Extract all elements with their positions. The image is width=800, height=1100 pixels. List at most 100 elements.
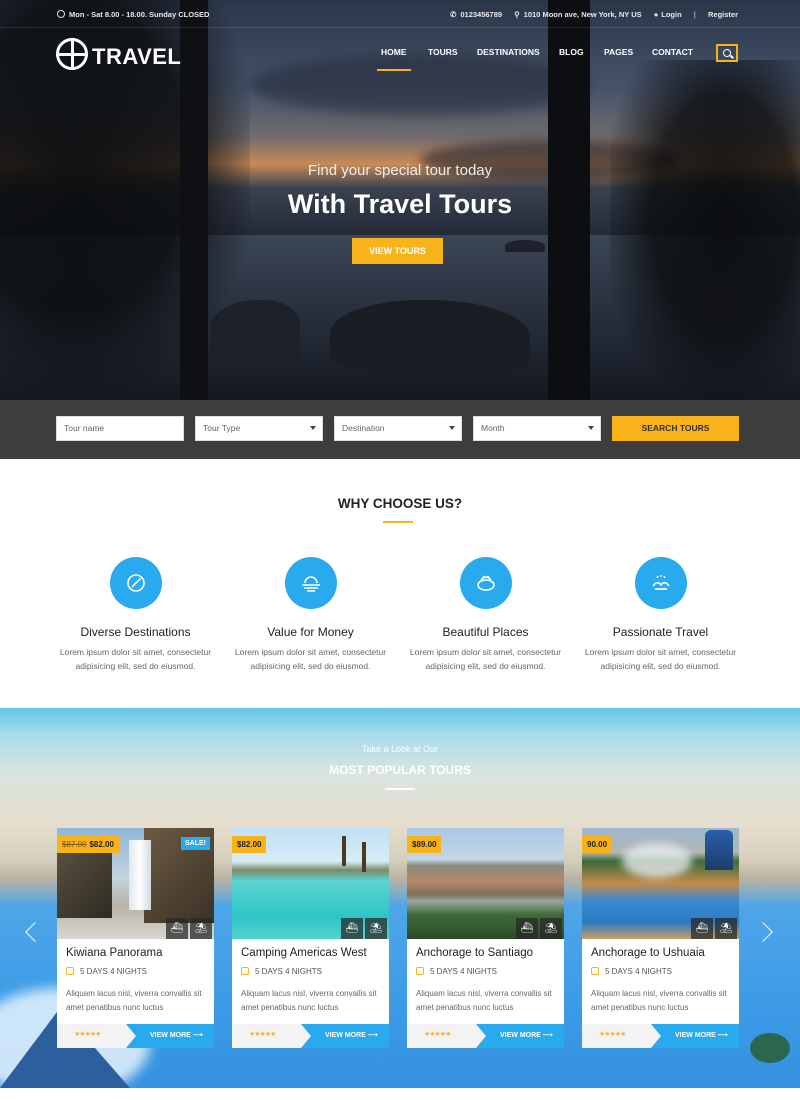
star-rating: ★★★★★ [249,1031,276,1038]
beach-icon: ⛱ [715,918,737,939]
tour-title[interactable]: Anchorage to Ushuaia [591,947,705,959]
clock-icon [66,967,74,975]
phone-number[interactable]: 0123456789 [460,10,502,19]
card-footer: ★★★★★ VIEW MORE ⟶ [232,1024,389,1048]
price-tag: 90.00 [582,836,613,853]
popular-tours-section: Take a Look at Our MOST POPULAR TOURS $8… [0,708,800,1088]
chevron-down-icon [588,426,594,430]
view-tours-button[interactable]: VIEW TOURS [352,238,443,264]
popular-subtitle: Take a Look at Our [361,744,439,754]
star-rating: ★★★★★ [74,1031,101,1038]
globe-icon [56,38,88,70]
arrow-right-icon: ⟶ [717,1032,728,1039]
login-link[interactable]: Login [661,10,681,19]
clock-icon [241,967,249,975]
tour-search-bar: Tour name Tour Type Destination Month SE… [0,400,800,459]
feature-item: Value for Money Lorem ipsum dolor sit am… [223,557,398,673]
chevron-down-icon [449,426,455,430]
image-detail [129,840,151,910]
feature-desc: Lorem ipsum dolor sit amet, consectetur … [584,647,737,671]
feature-title: Diverse Destinations [80,625,191,639]
tour-duration: 5 DAYS 4 NIGHTS [66,967,147,976]
view-more-button[interactable]: VIEW MORE ⟶ [651,1024,739,1048]
hands-icon [634,557,687,609]
register-link[interactable]: Register [708,10,738,19]
arrow-right-icon: ⟶ [192,1032,203,1039]
boat-icon: ⛴ [516,918,538,939]
search-tours-button[interactable]: SEARCH TOURS [612,416,739,441]
tour-image[interactable]: $89.00 ⛴ ⛱ [407,828,564,939]
tour-card[interactable]: $82.00 ⛴ ⛱ Camping Americas West 5 DAYS … [232,828,389,1048]
clock-icon [57,10,65,18]
tour-card[interactable]: $87.00 $82.00 SALE! ⛴ ⛱ Kiwiana Panorama … [57,828,214,1048]
tour-title[interactable]: Kiwiana Panorama [66,947,163,959]
beach-icon: ⛱ [540,918,562,939]
tour-type-select[interactable]: Tour Type [195,416,323,441]
arrow-right-icon: ⟶ [542,1032,553,1039]
nav-blog[interactable]: BLOG [559,47,584,57]
tour-type-value: Tour Type [203,423,241,433]
feature-item: Passionate Travel Lorem ipsum dolor sit … [573,557,748,673]
tour-duration: 5 DAYS 4 NIGHTS [591,967,672,976]
tour-image[interactable]: $87.00 $82.00 SALE! ⛴ ⛱ [57,828,214,939]
card-footer: ★★★★★ VIEW MORE ⟶ [57,1024,214,1048]
why-choose-title: WHY CHOOSE US? [337,496,463,511]
feature-title: Passionate Travel [612,625,709,639]
arrow-right-icon: ⟶ [367,1032,378,1039]
carousel-next-arrow[interactable] [753,922,773,942]
clock-icon [591,967,599,975]
price: $82.00 [89,840,114,849]
old-price: $87.00 [62,840,87,849]
boat-icon: ⛴ [166,918,188,939]
view-more-button[interactable]: VIEW MORE ⟶ [126,1024,214,1048]
hero-subtitle: Find your special tour today [307,162,493,179]
boat-icon: ⛴ [341,918,363,939]
image-detail [622,843,692,878]
image-detail [362,842,366,872]
price: 90.00 [587,840,608,849]
boat-icon: ⛴ [691,918,713,939]
view-more-button[interactable]: VIEW MORE ⟶ [301,1024,389,1048]
logo-text: TRAVEL [92,44,182,69]
sale-badge: SALE! [181,837,210,850]
nav-tours[interactable]: TOURS [428,47,458,57]
destination-select[interactable]: Destination [334,416,462,441]
divider: | [693,10,696,19]
nav-pages[interactable]: PAGES [604,47,633,57]
beach-icon: ⛱ [365,918,387,939]
location-icon: ⚲ [514,10,520,19]
nav-home[interactable]: HOME [377,47,410,71]
tour-image[interactable]: 90.00 ⛴ ⛱ [582,828,739,939]
price-tag: $87.00 $82.00 [57,836,119,853]
feature-item: Diverse Destinations Lorem ipsum dolor s… [48,557,223,673]
tour-card[interactable]: 90.00 ⛴ ⛱ Anchorage to Ushuaia 5 DAYS 4 … [582,828,739,1048]
popular-title: MOST POPULAR TOURS [329,763,471,777]
address: 1010 Moon ave, New York, NY US [523,10,642,19]
nav-contact[interactable]: CONTACT [652,47,693,57]
price: $89.00 [412,840,437,849]
tour-title[interactable]: Anchorage to Santiago [416,947,533,959]
top-bar: Mon - Sat 8.00 - 18.00. Sunday CLOSED ✆ 0… [0,0,800,28]
nav-destinations[interactable]: DESTINATIONS [477,47,540,57]
month-select[interactable]: Month [473,416,601,441]
sunset-icon [284,557,337,609]
feature-desc: Lorem ipsum dolor sit amet, consectetur … [59,647,212,671]
feature-title: Value for Money [267,625,354,639]
hero-title: With Travel Tours [287,189,513,219]
tour-card[interactable]: $89.00 ⛴ ⛱ Anchorage to Santiago 5 DAYS … [407,828,564,1048]
feature-desc: Lorem ipsum dolor sit amet, consectetur … [234,647,387,671]
tour-name-input[interactable]: Tour name [56,416,184,441]
compass-icon [109,557,162,609]
price-tag: $82.00 [232,836,267,853]
basket-icon [459,557,512,609]
top-bar-right: ✆ 0123456789 ⚲ 1010 Moon ave, New York, NY… [440,10,738,19]
hero-cloud [250,55,590,115]
tour-image[interactable]: $82.00 ⛴ ⛱ [232,828,389,939]
hero-section: Mon - Sat 8.00 - 18.00. Sunday CLOSED ✆ 0… [0,0,800,400]
feature-title: Beautiful Places [442,625,529,639]
view-more-button[interactable]: VIEW MORE ⟶ [476,1024,564,1048]
search-icon[interactable] [716,44,738,62]
image-detail [705,830,733,870]
tour-title[interactable]: Camping Americas West [241,947,367,959]
carousel-prev-arrow[interactable] [25,922,45,942]
